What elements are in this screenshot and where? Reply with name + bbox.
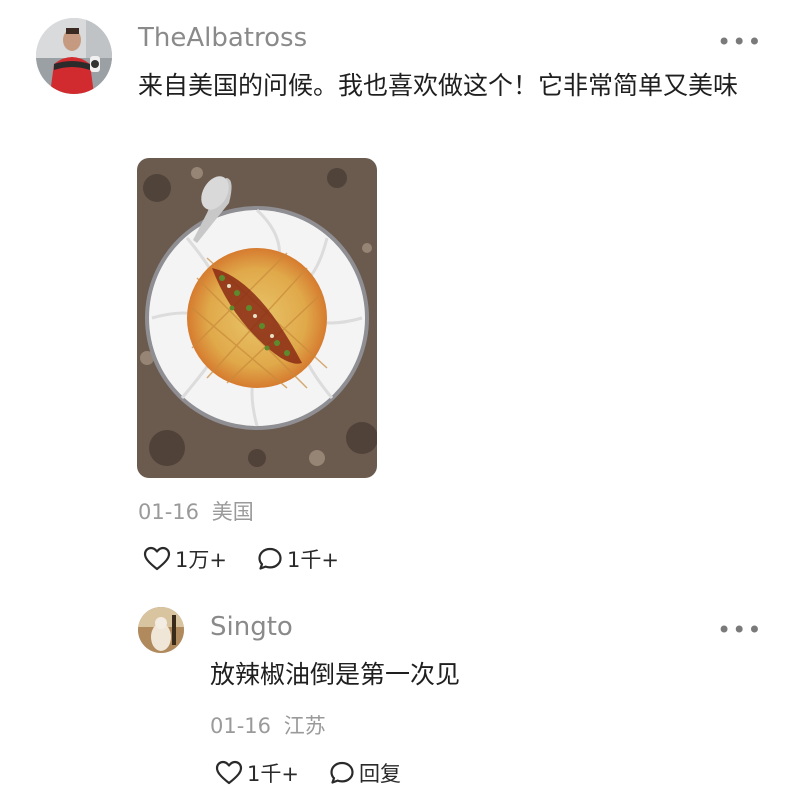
like-count: 1万+ [175, 548, 227, 572]
reply-count-button[interactable]: 1千+ [257, 544, 339, 574]
avatar[interactable] [36, 18, 112, 94]
comment-item: TheAlbatross ••• 来自美国的问候。我也喜欢做这个！它非常简单又美… [0, 0, 786, 590]
heart-outline-icon [215, 760, 243, 785]
reply-meta: 01-16 江苏 [210, 710, 326, 740]
like-button[interactable]: 1千+ [215, 758, 299, 788]
speech-bubble-icon [330, 761, 354, 784]
comment-text: 来自美国的问候。我也喜欢做这个！它非常简单又美味 [138, 71, 739, 100]
comment-actions: 1万+ 1千+ [143, 544, 339, 574]
comment-photo[interactable] [137, 158, 377, 478]
reply-text: 放辣椒油倒是第一次见 [210, 660, 461, 689]
heart-outline-icon [143, 546, 171, 571]
reply-button[interactable]: 回复 [329, 758, 401, 788]
reply-location: 江苏 [283, 714, 326, 738]
reply-label: 回复 [358, 762, 401, 786]
avatar[interactable] [138, 607, 184, 653]
food-image [137, 158, 377, 478]
more-dots-icon[interactable]: ••• [717, 30, 762, 54]
comment-meta: 01-16 美国 [138, 496, 254, 526]
username[interactable]: Singto [210, 609, 293, 645]
comment-date: 01-16 [138, 500, 200, 524]
reply-actions: 1千+ 回复 [215, 758, 401, 788]
more-dots-icon[interactable]: ••• [717, 618, 762, 642]
avatar-image [138, 607, 184, 653]
reply-count: 1千+ [286, 548, 339, 572]
like-count: 1千+ [247, 762, 299, 786]
reply-item: Singto ••• 放辣椒油倒是第一次见 01-16 江苏 1千+ 回复 [0, 590, 786, 804]
like-button[interactable]: 1万+ [143, 544, 227, 574]
speech-bubble-icon [258, 547, 282, 570]
avatar-image [36, 18, 112, 94]
reply-date: 01-16 [210, 714, 272, 738]
comment-location: 美国 [211, 500, 254, 524]
username[interactable]: TheAlbatross [138, 20, 307, 56]
